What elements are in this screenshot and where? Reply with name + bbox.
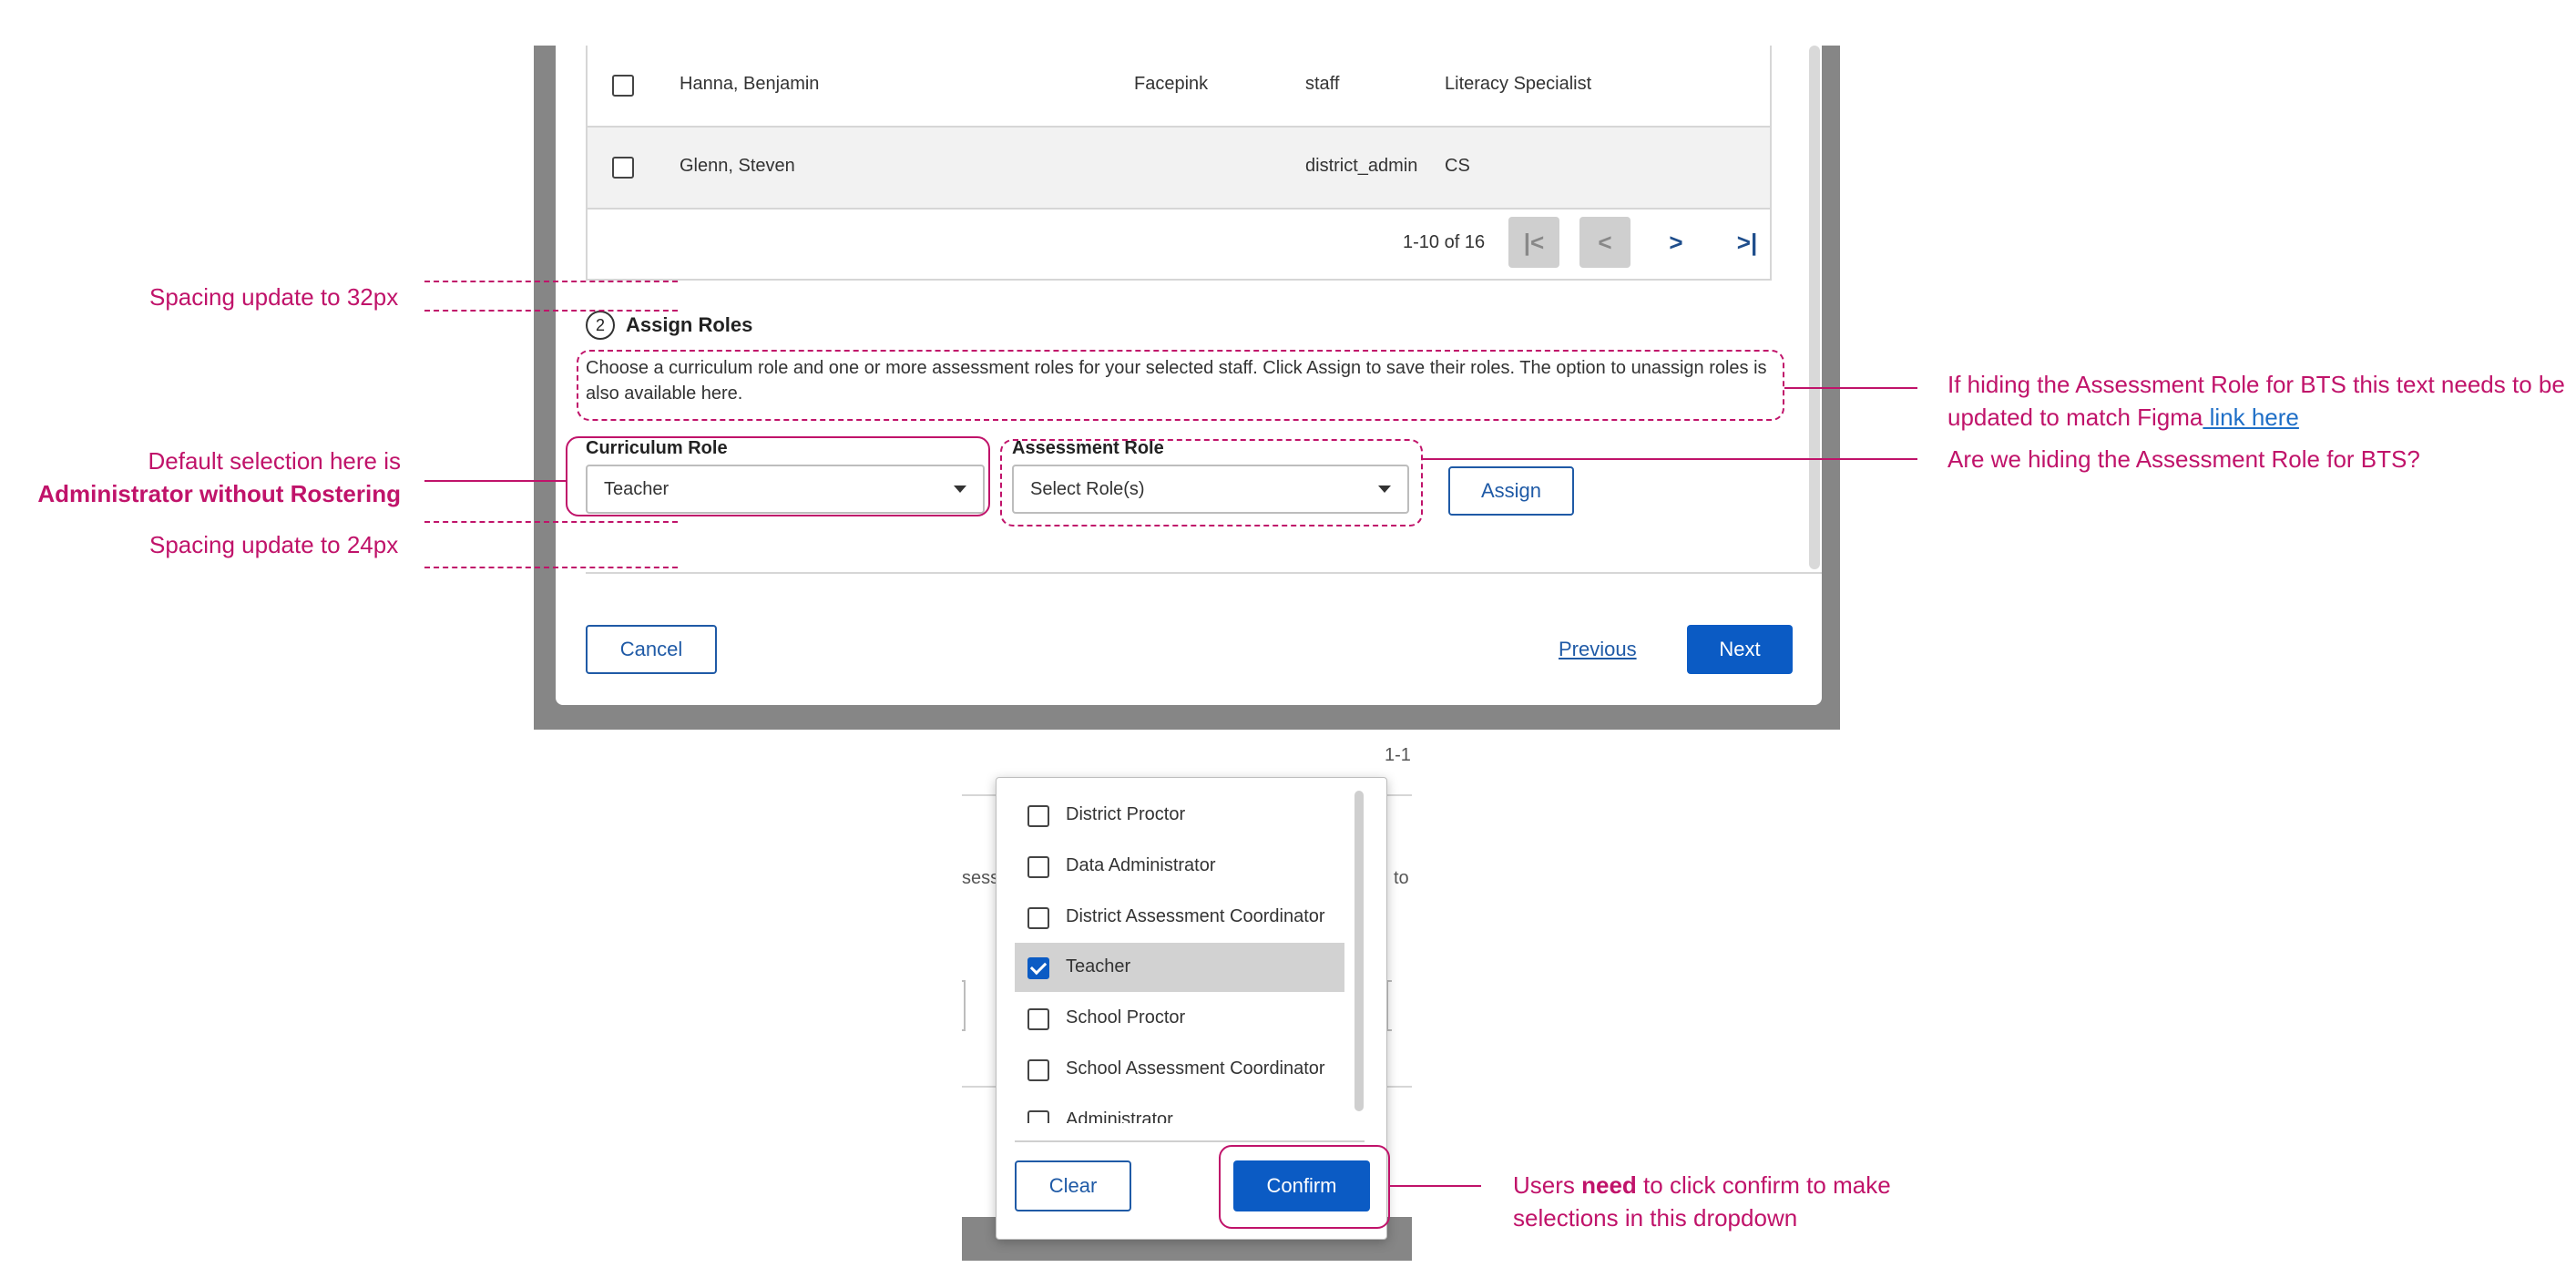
annotation-connector [424, 480, 567, 482]
annotation-assessment-box [1000, 439, 1423, 526]
annotation-text: to click confirm to make [1636, 1171, 1891, 1199]
row-checkbox[interactable] [612, 75, 634, 97]
spacing-guide-line [424, 310, 678, 312]
modal-scrollbar[interactable] [1809, 46, 1820, 569]
annotation-line: selections in this dropdown [1513, 1204, 1798, 1232]
spacing-guide-line [424, 567, 678, 568]
option-label: District Proctor [1066, 804, 1186, 824]
annotation-line: updated to match Figma link here [1947, 401, 2565, 434]
option-label: School Proctor [1066, 1007, 1186, 1027]
annotation-connector [1784, 387, 1917, 389]
annotation-line: Administrator without Rostering [37, 480, 401, 507]
section-title: Assign Roles [626, 313, 753, 336]
table-row[interactable]: Glenn, Steven district_admin CS [588, 128, 1770, 210]
annotation-default-selection: Default selection here is Administrator … [0, 445, 401, 510]
step-number-badge: 2 [586, 311, 615, 340]
previous-link[interactable]: Previous [1559, 638, 1637, 661]
annotation-text: updated to match Figma [1947, 404, 2203, 431]
annotation-connector [1390, 1185, 1481, 1187]
next-page-icon[interactable]: > [1651, 217, 1702, 268]
option-checkbox[interactable] [1027, 907, 1049, 929]
annotation-curriculum-box [566, 436, 990, 516]
dropdown-option[interactable]: School Proctor [1015, 994, 1344, 1043]
option-label: Data Administrator [1066, 855, 1216, 875]
dropdown-option[interactable]: District Proctor [1015, 791, 1344, 840]
cell-role: district_admin [1305, 156, 1418, 176]
cell-name: Glenn, Steven [680, 156, 795, 176]
annotation-connector [1423, 458, 1917, 460]
annotation-hiding-question: Are we hiding the Assessment Role for BT… [1947, 445, 2420, 473]
dropdown-option[interactable]: Data Administrator [1015, 842, 1344, 891]
first-page-icon[interactable]: |< [1508, 217, 1559, 268]
cell-name: Hanna, Benjamin [680, 74, 820, 94]
checkbox-checked-icon[interactable] [1027, 957, 1049, 979]
annotation-confirm-box [1219, 1145, 1390, 1229]
cancel-button[interactable]: Cancel [586, 625, 717, 674]
option-checkbox[interactable] [1027, 805, 1049, 827]
option-checkbox[interactable] [1027, 856, 1049, 878]
dropdown-divider [1015, 1140, 1365, 1142]
figma-link[interactable]: link here [2203, 404, 2299, 431]
clear-button[interactable]: Clear [1015, 1160, 1131, 1211]
option-label: Teacher [1066, 956, 1131, 976]
cell-title: CS [1445, 156, 1470, 176]
dropdown-scrollbar[interactable] [1354, 791, 1364, 1111]
annotation-text: Users [1513, 1171, 1582, 1199]
staff-table: Hanna, Benjamin Facepink staff Literacy … [586, 46, 1772, 281]
option-checkbox[interactable] [1027, 1110, 1049, 1123]
next-button[interactable]: Next [1687, 625, 1793, 674]
prev-page-icon[interactable]: < [1579, 217, 1630, 268]
pagination-range: 1-10 of 16 [1403, 232, 1486, 252]
spacing-guide-line [424, 521, 678, 523]
dropdown-option[interactable]: Administrator [1015, 1096, 1344, 1123]
option-checkbox[interactable] [1027, 1008, 1049, 1030]
divider [586, 572, 1822, 574]
annotation-line: If hiding the Assessment Role for BTS th… [1947, 371, 2565, 398]
annotation-confirm-note: Users need to click confirm to make sele… [1513, 1169, 1891, 1234]
background-select-edge [962, 980, 966, 1031]
option-label: School Assessment Coordinator [1066, 1058, 1325, 1078]
cell-role: staff [1305, 74, 1340, 94]
last-page-icon[interactable]: >| [1722, 217, 1773, 268]
annotation-bts-text: If hiding the Assessment Role for BTS th… [1947, 368, 2565, 434]
option-label: Administrator [1066, 1109, 1173, 1123]
assign-button[interactable]: Assign [1448, 466, 1574, 516]
annotation-line: Default selection here is [148, 447, 401, 475]
background-text-fragment: to [1394, 868, 1409, 888]
option-label: District Assessment Coordinator [1066, 906, 1325, 926]
option-checkbox[interactable] [1027, 1059, 1049, 1081]
annotation-spacing-24: Spacing update to 24px [149, 531, 399, 558]
annotation-description-box [577, 350, 1784, 421]
background-text-fragment: sess [962, 868, 1000, 888]
annotation-emphasis: need [1581, 1171, 1637, 1199]
cell-title: Literacy Specialist [1445, 74, 1592, 94]
cell-school: Facepink [1134, 74, 1209, 94]
annotation-spacing-32: Spacing update to 32px [149, 283, 399, 311]
table-row[interactable]: Hanna, Benjamin Facepink staff Literacy … [588, 46, 1770, 128]
background-range-text: 1-1 [1385, 745, 1411, 765]
row-checkbox[interactable] [612, 157, 634, 179]
dropdown-option[interactable]: School Assessment Coordinator [1015, 1045, 1344, 1094]
dropdown-option[interactable]: Teacher [1015, 943, 1344, 992]
annotation-line: Users need to click confirm to make [1513, 1169, 1891, 1201]
dropdown-option[interactable]: District Assessment Coordinator [1015, 893, 1344, 942]
spacing-guide-line [424, 281, 678, 282]
